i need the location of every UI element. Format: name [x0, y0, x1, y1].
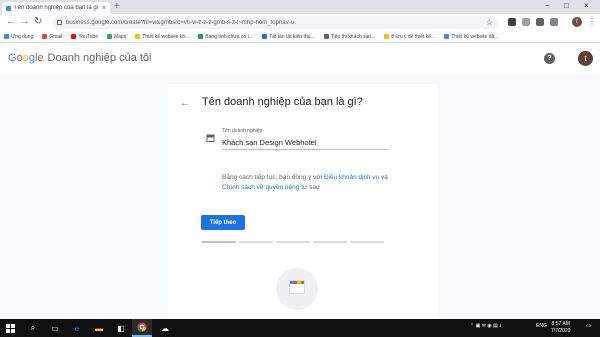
terms-suffix: sau: [307, 184, 320, 191]
tray-icons[interactable]: ⌃ ▣ ✉ ◉ ▤ ♪: [470, 323, 502, 329]
search-icon[interactable]: ⌕: [24, 319, 42, 337]
browser-tabstrip: Tên doanh nghiệp của bạn là gì? × + − □ …: [0, 0, 600, 14]
bookmark-favicon-icon: [107, 34, 113, 39]
language-indicator[interactable]: ENG: [536, 323, 547, 329]
bookmark-item[interactable]: Tiếp thị khách sạn...: [323, 33, 376, 40]
windows-start-icon[interactable]: [0, 319, 20, 337]
clock-time: 8:57 AM: [551, 321, 570, 327]
tab-favicon-icon: [6, 5, 11, 11]
browser-tab[interactable]: Tên doanh nghiệp của bạn là gì? ×: [2, 2, 110, 14]
bookmark-label: YouTube: [78, 33, 99, 40]
bookmark-label: 8 lưu ý để thiết kế...: [391, 33, 436, 40]
progress-step: [350, 241, 384, 243]
bookmark-item[interactable]: 8 lưu ý để thiết kế...: [384, 34, 435, 40]
progress-steps: [202, 241, 384, 243]
minimize-button[interactable]: −: [545, 1, 550, 11]
terms-of-service-link[interactable]: Điều khoản dịch vụ: [324, 174, 379, 181]
windows-taskbar: ⌕ ▭ e ▬ ◧ ☁ ⌃ ▣ ✉ ◉ ▤ ♪ ENG 8:57 AM 7/7/…: [0, 319, 600, 337]
bookmark-item[interactable]: Maps: [107, 34, 126, 40]
edge-icon[interactable]: e: [68, 319, 86, 337]
progress-step: [313, 241, 347, 243]
bookmark-label: Thiết kế website kh...: [142, 33, 190, 40]
terms-mid: và: [379, 174, 388, 181]
bookmark-label: Ứng dụng: [11, 33, 34, 40]
bookmark-favicon-icon: [42, 34, 48, 39]
google-logo-text: Google: [8, 52, 44, 64]
tab-title: Tên doanh nghiệp của bạn là gì?: [14, 5, 99, 11]
extension-icon[interactable]: [550, 18, 558, 26]
terms-text: Bằng cách tiếp tục, bạn đồng ý với Điều …: [222, 173, 390, 193]
bookmarks-bar: Ứng dụng Gmail YouTube Maps Thiết kế website…: [0, 31, 600, 43]
extension-icon[interactable]: [508, 18, 516, 26]
task-view-icon[interactable]: ▭: [46, 319, 64, 337]
bookmark-favicon-icon: [444, 34, 450, 39]
privacy-policy-link[interactable]: Chính sách về quyền riêng tư: [222, 184, 307, 191]
bookmark-item[interactable]: Gmail: [42, 34, 62, 40]
account-avatar[interactable]: t: [578, 51, 593, 66]
bookmark-item[interactable]: YouTube: [71, 34, 98, 40]
bookmark-favicon-icon: [262, 34, 268, 39]
notification-icon[interactable]: ▭: [586, 323, 591, 329]
next-button[interactable]: Tiếp theo: [201, 215, 245, 230]
awning-stripes: [290, 281, 304, 284]
chrome-taskbar-icon[interactable]: [132, 319, 152, 337]
business-name-input[interactable]: Khách sạn Design Webhotel: [222, 138, 317, 147]
input-underline: [222, 149, 388, 150]
maximize-button[interactable]: □: [564, 1, 569, 11]
business-name-label: Tên doanh nghiệp: [222, 128, 263, 134]
store-icon: [206, 134, 215, 142]
back-nav-icon[interactable]: ←: [6, 16, 16, 28]
bookmark-favicon-icon: [71, 34, 77, 39]
file-explorer-icon[interactable]: ▬: [90, 319, 108, 337]
progress-step: [276, 241, 310, 243]
new-tab-button[interactable]: +: [114, 2, 120, 12]
bookmark-label: Gmail: [49, 33, 63, 40]
bookmark-item[interactable]: Bảng tính chưa có t...: [198, 34, 253, 40]
browser-menu-icon[interactable]: ⋮: [588, 16, 596, 28]
lock-icon: [57, 20, 62, 25]
help-icon[interactable]: ?: [544, 53, 555, 64]
bookmark-favicon-icon: [198, 34, 204, 39]
bookmark-favicon-icon: [384, 34, 390, 39]
app-taskbar-icon[interactable]: ☁: [156, 319, 174, 337]
app-header: Google Doanh nghiệp của tôi ? t: [0, 44, 600, 74]
bookmark-item[interactable]: Tất tần tật kiến thú...: [262, 34, 315, 40]
bookmark-label: Thiết kế website dặ...: [451, 33, 499, 40]
bookmark-favicon-icon: [323, 34, 329, 39]
forward-nav-icon[interactable]: →: [20, 16, 30, 28]
extension-icon[interactable]: [522, 18, 530, 26]
bookmark-label: Tiếp thị khách sạn...: [330, 33, 376, 40]
close-window-button[interactable]: ×: [584, 1, 589, 11]
bookmark-label: Tất tần tật kiến thú...: [269, 33, 315, 40]
terms-prefix: Bằng cách tiếp tục, bạn đồng ý với: [222, 174, 324, 181]
bookmark-item[interactable]: Thiết kế website dặ...: [444, 34, 498, 40]
google-my-business-logo[interactable]: Google Doanh nghiệp của tôi: [8, 52, 151, 64]
system-clock[interactable]: 8:57 AM 7/7/2020: [551, 321, 570, 335]
reload-icon[interactable]: ↻: [34, 16, 42, 28]
browser-profile-avatar[interactable]: t: [572, 17, 582, 27]
address-bar[interactable]: business.google.com/create?hl=vi&gmbsrc=…: [52, 16, 498, 29]
bookmark-label: Bảng tính chưa có t...: [205, 33, 254, 40]
bookmark-star-icon[interactable]: ☆: [486, 18, 493, 27]
bookmark-item[interactable]: Thiết kế website kh...: [135, 34, 189, 40]
bookmark-label: Maps: [114, 33, 127, 40]
tab-close-icon[interactable]: ×: [102, 5, 106, 12]
bookmark-favicon-icon: [135, 34, 141, 39]
url-text: business.google.com/create?hl=vi&gmbsrc=…: [66, 19, 294, 26]
browser-toolbar: ← → ↻ business.google.com/create?hl=vi&g…: [0, 14, 600, 31]
clock-date: 7/7/2020: [551, 328, 571, 334]
progress-step: [202, 241, 236, 243]
page-title: Tên doanh nghiệp của bạn là gì?: [202, 96, 363, 108]
progress-step: [239, 241, 273, 243]
bookmark-item[interactable]: Ứng dụng: [4, 34, 33, 40]
back-arrow-icon[interactable]: ←: [180, 98, 190, 109]
store-taskbar-icon[interactable]: ◧: [112, 319, 130, 337]
bookmark-favicon-icon: [4, 34, 9, 39]
extension-icon[interactable]: [536, 18, 544, 26]
product-name: Doanh nghiệp của tôi: [47, 52, 152, 64]
